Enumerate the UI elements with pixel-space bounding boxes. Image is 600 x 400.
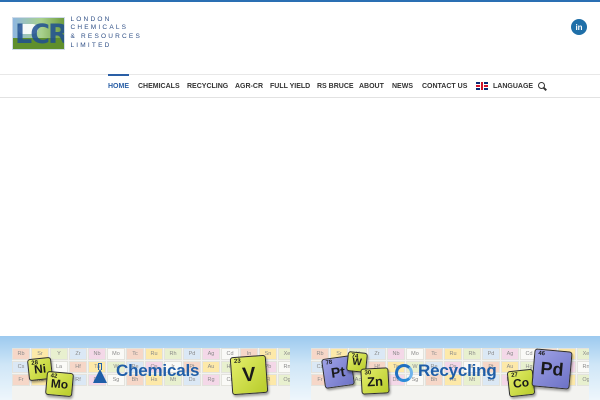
periodic-cell: Au bbox=[202, 361, 220, 373]
periodic-cell: Mo bbox=[406, 348, 424, 360]
chemicals-panel[interactable]: RbSrYZrNbMoTcRuRhPdAgCdInSnXeCsBaLaHfTaW… bbox=[12, 348, 290, 400]
periodic-cell: Tc bbox=[126, 348, 144, 360]
logo-line-1: LONDON bbox=[70, 15, 112, 23]
periodic-cell: Y bbox=[50, 348, 68, 360]
periodic-cell: Fr bbox=[12, 374, 30, 386]
logo-letters: LCR bbox=[15, 18, 66, 50]
language-label: LANGUAGE bbox=[493, 82, 534, 90]
element-tile-mo: 42 Mo bbox=[45, 370, 74, 398]
periodic-cell: Pd bbox=[482, 348, 500, 360]
flask-icon bbox=[92, 363, 108, 385]
hero-banner: RbSrYZrNbMoTcRuRhPdAgCdInSnXeCsBaLaHfTaW… bbox=[0, 336, 600, 400]
periodic-cell: Mo bbox=[107, 348, 125, 360]
nav-item-agr-cr[interactable]: AGR-CR bbox=[235, 75, 263, 97]
element-number: 42 bbox=[50, 373, 58, 380]
periodic-cell: Og bbox=[577, 374, 589, 386]
recycling-panel[interactable]: RbSrYZrNbMoTcRuRhPdAgCdInSnXeCsBaLaHfTaW… bbox=[311, 348, 589, 400]
periodic-cell: Nb bbox=[387, 348, 405, 360]
site-logo[interactable]: LCR LONDON CHEMICALS & RESOURCES LIMITED bbox=[12, 15, 142, 51]
element-number: 74 bbox=[351, 353, 359, 361]
logo-line-4: LIMITED bbox=[70, 41, 112, 49]
search-icon[interactable] bbox=[538, 82, 547, 91]
nav-item-full-yield[interactable]: FULL YIELD bbox=[270, 75, 310, 97]
periodic-cell: Ru bbox=[444, 348, 462, 360]
element-symbol: Pd bbox=[539, 357, 565, 380]
nav-item-news[interactable]: NEWS bbox=[392, 75, 413, 97]
element-tile-pd: 46 Pd bbox=[531, 348, 573, 390]
recycling-label: Recycling bbox=[418, 361, 497, 380]
periodic-cell: Nb bbox=[88, 348, 106, 360]
element-number: 27 bbox=[510, 372, 519, 379]
top-accent-line bbox=[0, 0, 600, 2]
periodic-cell: Og bbox=[278, 374, 290, 386]
element-number: 28 bbox=[31, 360, 39, 367]
periodic-cell: Ag bbox=[202, 348, 220, 360]
periodic-cell: Rg bbox=[202, 374, 220, 386]
periodic-cell: Ru bbox=[145, 348, 163, 360]
logo-line-3: & RESOURCES bbox=[70, 33, 142, 40]
element-number: 46 bbox=[538, 350, 546, 358]
nav-item-home[interactable]: HOME bbox=[108, 74, 129, 96]
periodic-cell: Zr bbox=[368, 348, 386, 360]
logo-wordmark: LONDON CHEMICALS & RESOURCES LIMITED bbox=[70, 16, 142, 50]
element-tile-v: 23 V bbox=[229, 354, 269, 396]
periodic-cell: Rh bbox=[463, 348, 481, 360]
element-symbol: V bbox=[241, 363, 257, 386]
periodic-cell: Rn bbox=[577, 361, 589, 373]
element-number: 30 bbox=[364, 370, 372, 377]
periodic-cell: Zr bbox=[69, 348, 87, 360]
periodic-cell: Xe bbox=[577, 348, 589, 360]
main-navigation: HOME CHEMICALS RECYCLING AGR-CR FULL YIE… bbox=[0, 74, 600, 98]
periodic-cell: Hf bbox=[69, 361, 87, 373]
recycle-icon bbox=[395, 364, 413, 382]
uk-flag-icon bbox=[476, 82, 488, 90]
element-tile-zn: 30 Zn bbox=[360, 367, 390, 395]
logo-line-2: CHEMICALS bbox=[70, 24, 129, 32]
element-symbol: Pt bbox=[329, 363, 347, 381]
nav-item-recycling[interactable]: RECYCLING bbox=[187, 75, 228, 97]
nav-item-chemicals[interactable]: CHEMICALS bbox=[138, 75, 180, 97]
periodic-cell: Rh bbox=[164, 348, 182, 360]
periodic-cell: Xe bbox=[278, 348, 290, 360]
linkedin-icon[interactable]: in bbox=[571, 19, 587, 35]
chemicals-label: Chemicals bbox=[116, 361, 200, 380]
linkedin-label: in bbox=[575, 22, 583, 32]
periodic-cell: Pd bbox=[183, 348, 201, 360]
nav-item-rs-bruce[interactable]: RS BRUCE bbox=[317, 75, 354, 97]
periodic-cell: Rb bbox=[12, 348, 30, 360]
periodic-cell: Rn bbox=[278, 361, 290, 373]
nav-item-language[interactable]: LANGUAGE bbox=[476, 75, 533, 97]
element-number: 23 bbox=[233, 358, 241, 366]
element-number: 78 bbox=[325, 359, 333, 367]
logo-mark: LCR bbox=[12, 16, 66, 50]
nav-item-contact-us[interactable]: CONTACT US bbox=[422, 75, 467, 97]
periodic-cell: Ag bbox=[501, 348, 519, 360]
nav-item-about[interactable]: ABOUT bbox=[359, 75, 384, 97]
periodic-cell: Tc bbox=[425, 348, 443, 360]
